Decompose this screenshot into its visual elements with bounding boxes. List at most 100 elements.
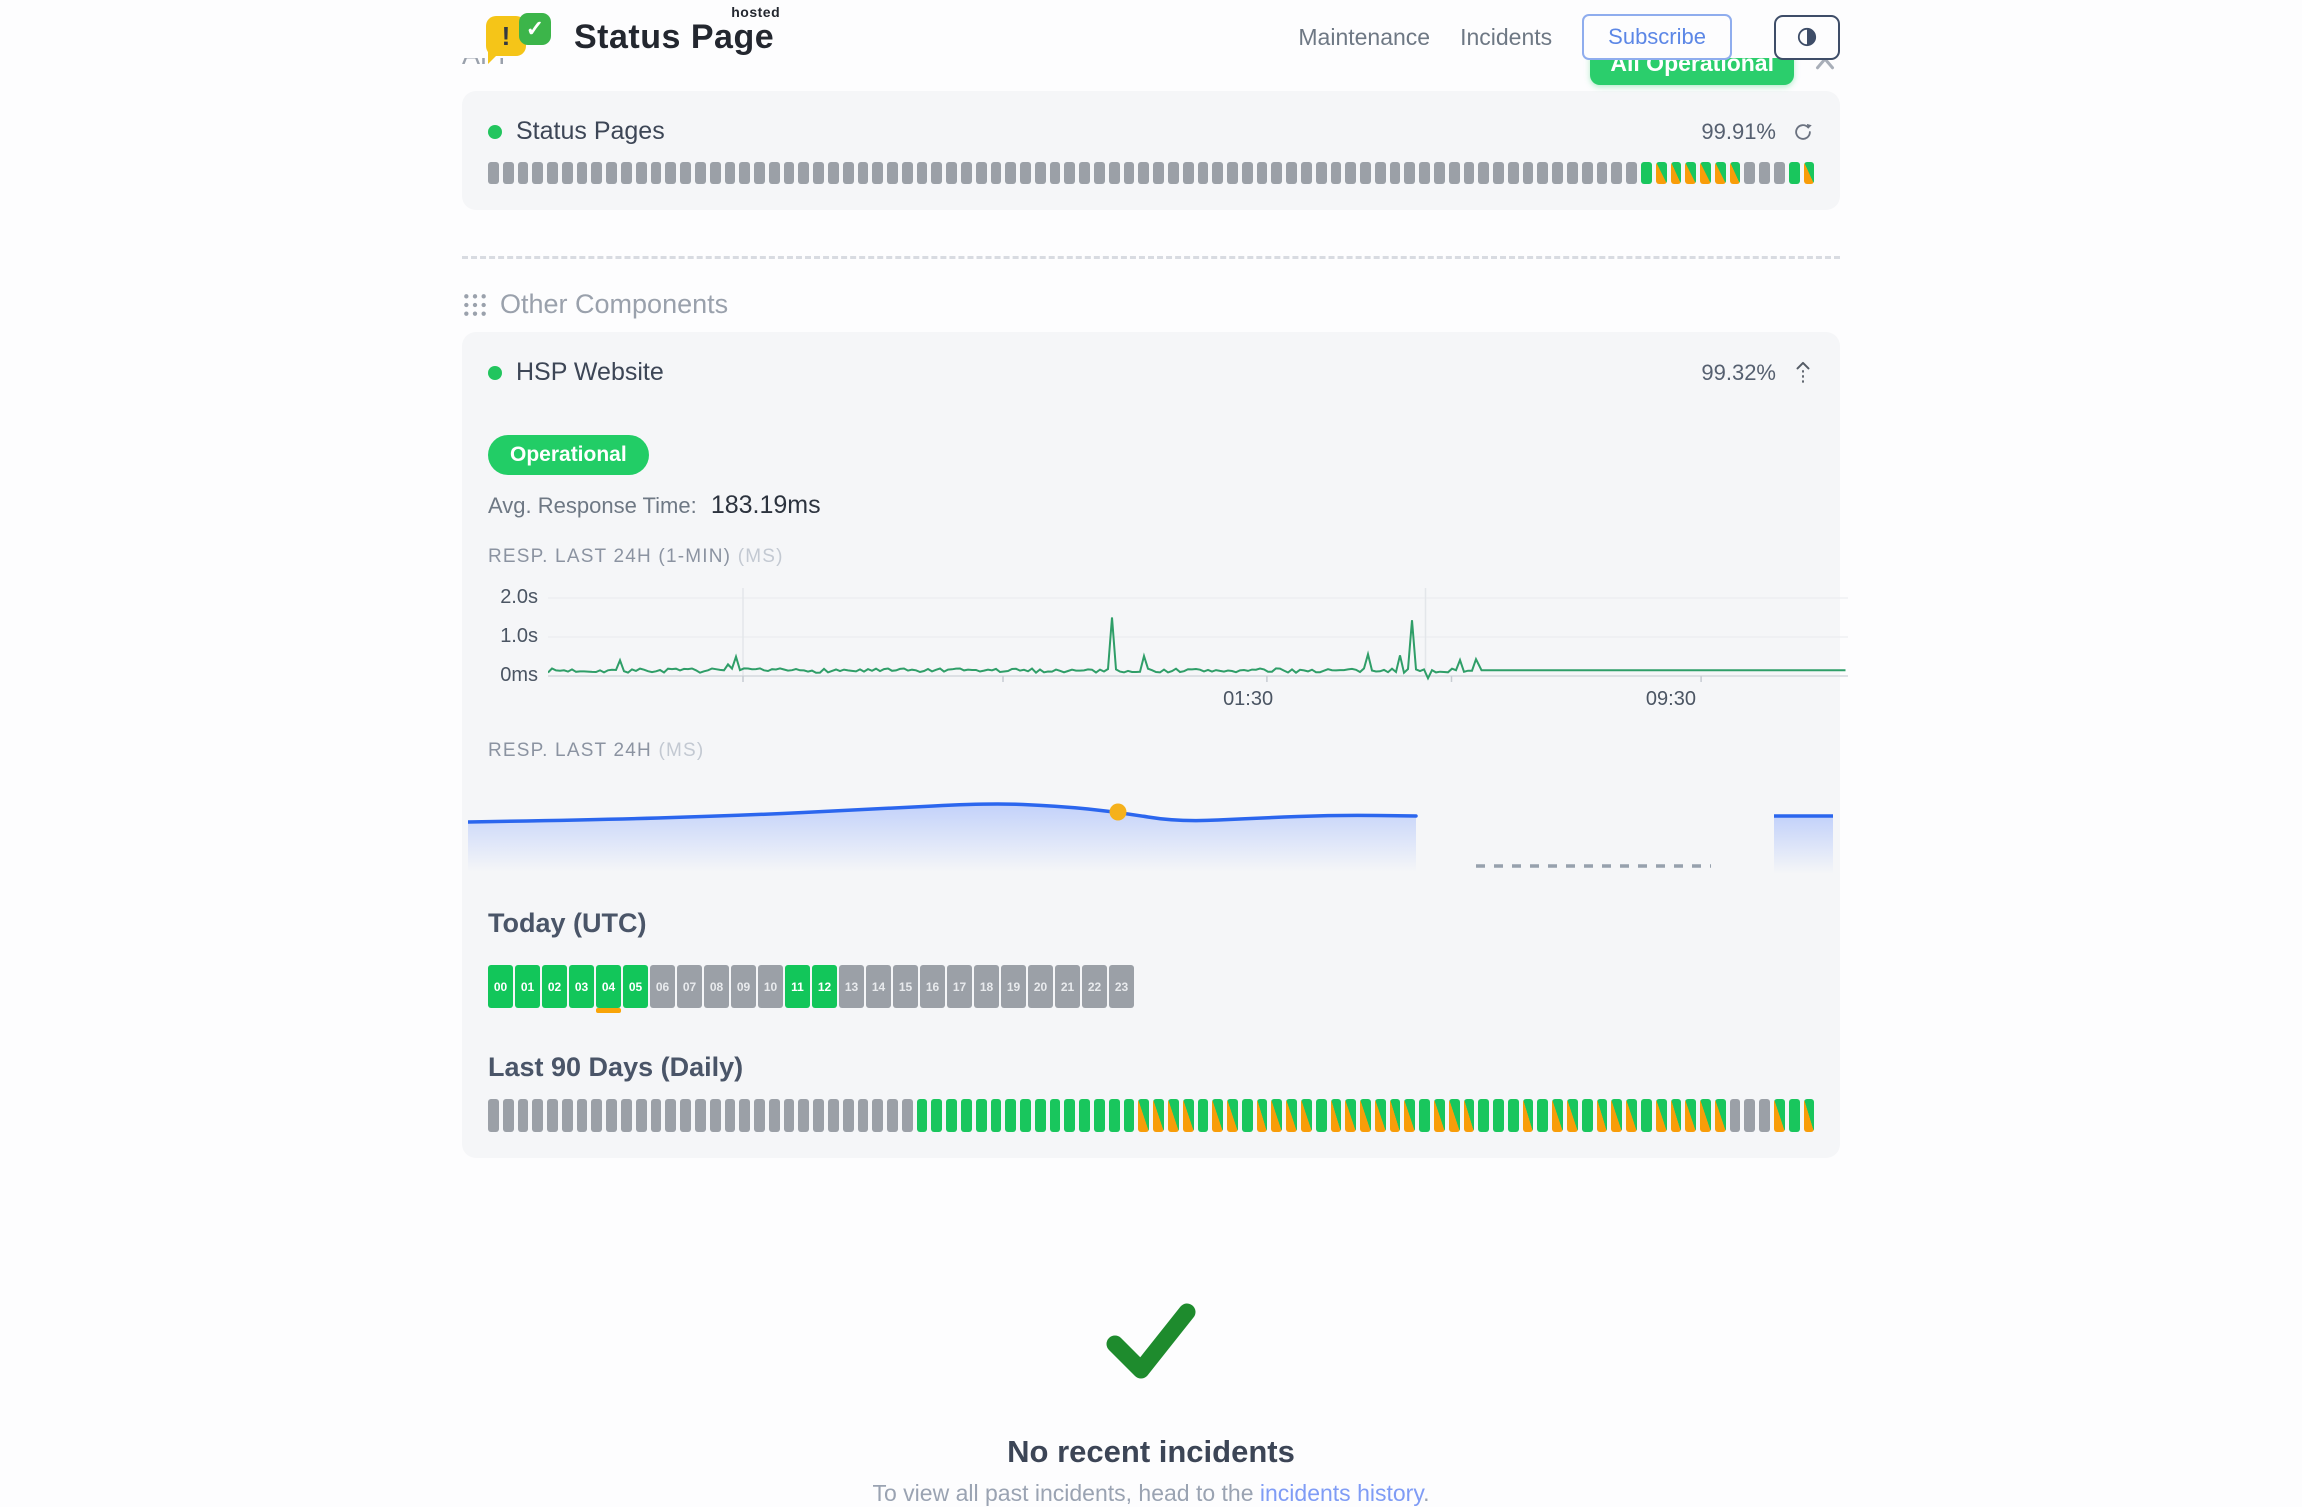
uptime-bar[interactable]: [1094, 1099, 1105, 1132]
uptime-bar[interactable]: [1567, 162, 1578, 184]
uptime-bar[interactable]: [1390, 162, 1401, 184]
uptime-bar[interactable]: [1345, 162, 1356, 184]
uptime-bar[interactable]: [1005, 1099, 1016, 1132]
uptime-bar[interactable]: [1493, 1099, 1504, 1132]
uptime-bar[interactable]: [1478, 162, 1489, 184]
uptime-bar[interactable]: [1404, 1099, 1415, 1132]
hour-block-12[interactable]: 12: [812, 965, 837, 1008]
uptime-bar[interactable]: [1552, 162, 1563, 184]
hour-block-22[interactable]: 22: [1082, 965, 1107, 1008]
uptime-bar[interactable]: [1271, 1099, 1282, 1132]
uptime-bar[interactable]: [1759, 162, 1770, 184]
uptime-bar[interactable]: [577, 162, 588, 184]
uptime-bar[interactable]: [813, 1099, 824, 1132]
uptime-bar[interactable]: [1168, 162, 1179, 184]
uptime-bar[interactable]: [1434, 1099, 1445, 1132]
uptime-bar[interactable]: [798, 162, 809, 184]
uptime-bar[interactable]: [917, 162, 928, 184]
uptime-bar[interactable]: [1153, 162, 1164, 184]
uptime-bar[interactable]: [562, 162, 573, 184]
uptime-bar[interactable]: [931, 1099, 942, 1132]
uptime-bar[interactable]: [754, 1099, 765, 1132]
uptime-bar[interactable]: [1050, 1099, 1061, 1132]
uptime-bar[interactable]: [1582, 1099, 1593, 1132]
uptime-bar[interactable]: [1744, 162, 1755, 184]
uptime-bar[interactable]: [1685, 1099, 1696, 1132]
uptime-bar[interactable]: [1183, 162, 1194, 184]
uptime-bar[interactable]: [1700, 162, 1711, 184]
uptime-bar[interactable]: [1464, 1099, 1475, 1132]
uptime-bar[interactable]: [606, 1099, 617, 1132]
uptime-bar[interactable]: [1257, 1099, 1268, 1132]
uptime-bar[interactable]: [843, 162, 854, 184]
uptime-bar[interactable]: [710, 162, 721, 184]
uptime-bar[interactable]: [1419, 162, 1430, 184]
uptime-bar[interactable]: [1552, 1099, 1563, 1132]
uptime-bar[interactable]: [1227, 1099, 1238, 1132]
uptime-bar[interactable]: [503, 162, 514, 184]
uptime-bar[interactable]: [739, 1099, 750, 1132]
uptime-bar[interactable]: [651, 1099, 662, 1132]
hour-block-06[interactable]: 06: [650, 965, 675, 1008]
uptime-bar[interactable]: [1523, 162, 1534, 184]
nav-incidents[interactable]: Incidents: [1460, 24, 1552, 51]
uptime-bar[interactable]: [518, 162, 529, 184]
hour-block-01[interactable]: 01: [515, 965, 540, 1008]
uptime-bar[interactable]: [1301, 1099, 1312, 1132]
uptime-bar[interactable]: [1035, 162, 1046, 184]
uptime-bar[interactable]: [946, 1099, 957, 1132]
uptime-bar[interactable]: [1079, 1099, 1090, 1132]
uptime-bar[interactable]: [961, 162, 972, 184]
uptime-bar[interactable]: [1759, 1099, 1770, 1132]
hour-block-13[interactable]: 13: [839, 965, 864, 1008]
collapse-arrow-up-icon[interactable]: [1792, 361, 1814, 385]
uptime-bar[interactable]: [1375, 1099, 1386, 1132]
uptime-bar[interactable]: [1656, 1099, 1667, 1132]
uptime-bar[interactable]: [503, 1099, 514, 1132]
uptime-bar[interactable]: [1611, 1099, 1622, 1132]
hour-block-04[interactable]: 04: [596, 965, 621, 1008]
uptime-bar[interactable]: [1419, 1099, 1430, 1132]
uptime-bar[interactable]: [1730, 162, 1741, 184]
uptime-bar[interactable]: [858, 162, 869, 184]
uptime-bar[interactable]: [754, 162, 765, 184]
uptime-bar[interactable]: [1804, 1099, 1815, 1132]
uptime-bar[interactable]: [1109, 1099, 1120, 1132]
uptime-bar[interactable]: [710, 1099, 721, 1132]
uptime-bar[interactable]: [1286, 1099, 1297, 1132]
uptime-bar[interactable]: [1537, 162, 1548, 184]
uptime-bar[interactable]: [1434, 162, 1445, 184]
uptime-bar[interactable]: [1109, 162, 1120, 184]
uptime-bar[interactable]: [872, 1099, 883, 1132]
uptime-bar[interactable]: [1050, 162, 1061, 184]
uptime-bar[interactable]: [828, 1099, 839, 1132]
uptime-bar[interactable]: [902, 1099, 913, 1132]
uptime-bar[interactable]: [532, 162, 543, 184]
uptime-bar[interactable]: [1360, 1099, 1371, 1132]
uptime-bar[interactable]: [1685, 162, 1696, 184]
hour-block-10[interactable]: 10: [758, 965, 783, 1008]
hour-block-23[interactable]: 23: [1109, 965, 1134, 1008]
uptime-bar[interactable]: [1212, 162, 1223, 184]
uptime-bar[interactable]: [1064, 162, 1075, 184]
uptime-bar[interactable]: [1641, 1099, 1652, 1132]
uptime-bar[interactable]: [1316, 1099, 1327, 1132]
uptime-bar[interactable]: [547, 1099, 558, 1132]
uptime-bar[interactable]: [1375, 162, 1386, 184]
hour-block-09[interactable]: 09: [731, 965, 756, 1008]
uptime-bar[interactable]: [488, 1099, 499, 1132]
uptime-bar[interactable]: [1316, 162, 1327, 184]
hour-block-20[interactable]: 20: [1028, 965, 1053, 1008]
uptime-bar[interactable]: [651, 162, 662, 184]
uptime-bar[interactable]: [532, 1099, 543, 1132]
uptime-bar[interactable]: [636, 1099, 647, 1132]
uptime-bar[interactable]: [1478, 1099, 1489, 1132]
uptime-bar[interactable]: [1715, 1099, 1726, 1132]
uptime-bar[interactable]: [1138, 162, 1149, 184]
uptime-bar[interactable]: [991, 162, 1002, 184]
uptime-bar[interactable]: [931, 162, 942, 184]
uptime-bar[interactable]: [1774, 162, 1785, 184]
hour-block-07[interactable]: 07: [677, 965, 702, 1008]
uptime-bar[interactable]: [591, 1099, 602, 1132]
hour-block-15[interactable]: 15: [893, 965, 918, 1008]
